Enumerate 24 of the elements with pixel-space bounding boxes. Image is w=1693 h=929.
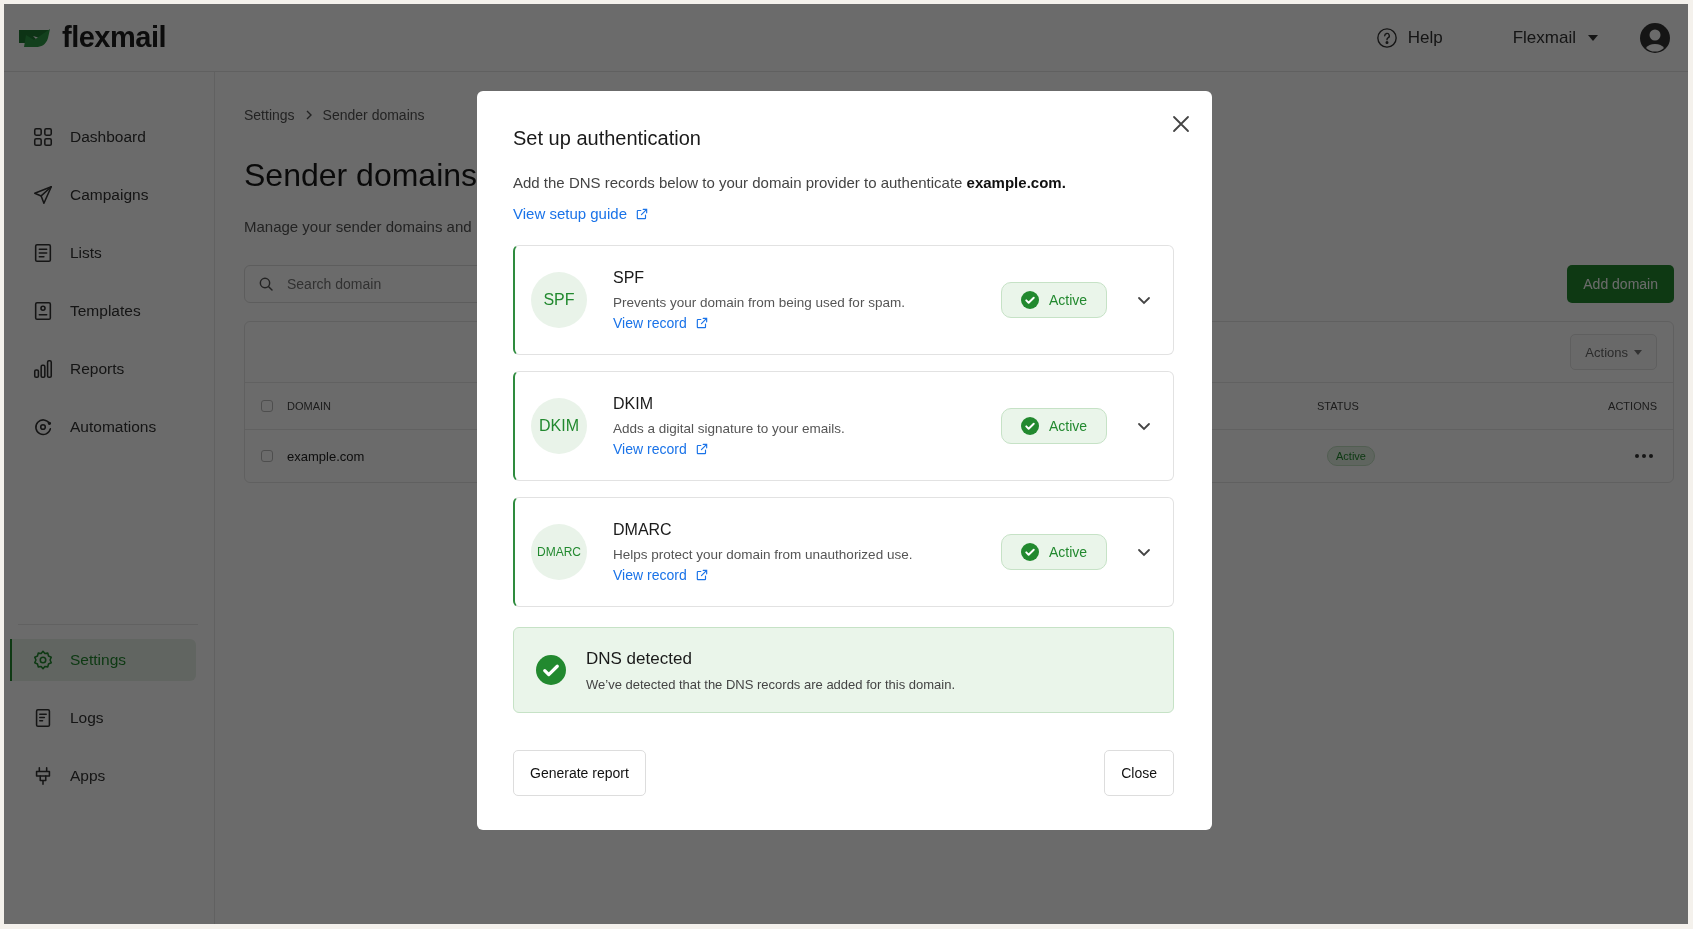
record-name: DMARC [613, 521, 673, 539]
status-text: Active [1048, 418, 1088, 434]
domain-cell: example.com [287, 448, 365, 464]
logo-text: flexmail [62, 21, 166, 54]
column-header: ACTIONS [1608, 400, 1657, 412]
record-description: Prevents your domain from being used for spam. [613, 295, 906, 310]
page-title: Sender domains [244, 157, 478, 194]
modal-title: Set up authentication [513, 127, 702, 150]
notice-text: We’ve detected that the DNS records are added for this domain. [586, 676, 955, 692]
record-name: SPF [613, 269, 646, 287]
column-header: STATUS [1317, 400, 1359, 412]
status-badge: Active [1327, 446, 1375, 466]
record-description: Adds a digital signature to your emails. [613, 421, 846, 436]
status-text: Active [1048, 292, 1088, 308]
status-text: Active [1048, 544, 1088, 560]
modal-description: Add the DNS records below to your domain provider to authenticate example.com. [513, 174, 1067, 191]
record-description: Helps protect your domain from unauthorized use. [613, 547, 914, 562]
record-badge: DMARC [531, 524, 587, 580]
record-badge: DKIM [531, 398, 587, 454]
record-name: DKIM [613, 395, 654, 413]
notice-title: DNS detected [586, 648, 693, 669]
record-badge: SPF [531, 272, 587, 328]
page-subtitle: Manage your sender domains and [244, 218, 472, 235]
column-header: DOMAIN [287, 400, 331, 412]
